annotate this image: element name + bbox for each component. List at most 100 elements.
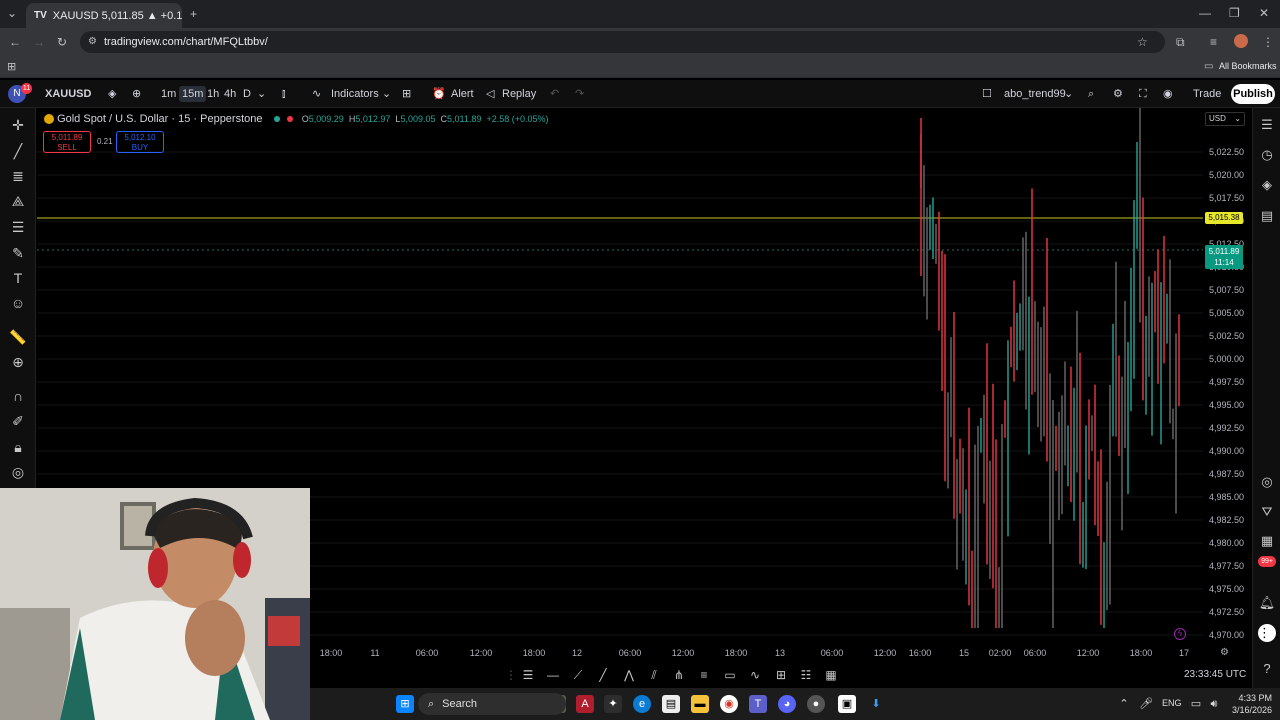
wave-icon[interactable]: ∿ xyxy=(747,667,763,683)
windows-start-icon[interactable]: ⊞ xyxy=(396,695,414,713)
bookmark-star-icon[interactable]: ☆ xyxy=(1137,35,1148,49)
notes-icon[interactable]: ▤ xyxy=(662,695,680,713)
interval-dropdown-icon[interactable]: ⌄ xyxy=(257,86,266,102)
watch-icon[interactable]: ◈ xyxy=(108,86,116,102)
axis-settings-icon[interactable]: ⚙ xyxy=(1220,647,1229,658)
chart-type-icon[interactable]: ⫾ xyxy=(282,86,286,102)
settings-gear-icon[interactable]: ⚙ xyxy=(1113,86,1123,102)
utc-clock[interactable]: 23:33:45 UTC xyxy=(1184,669,1246,680)
file-explorer-icon[interactable]: ▬ xyxy=(691,695,709,713)
discord-icon[interactable]: ◕ xyxy=(778,695,796,713)
calendar-icon[interactable]: ▦ xyxy=(1258,532,1276,550)
trade-button[interactable]: Trade xyxy=(1193,86,1221,102)
layout-icon[interactable]: ☐ xyxy=(982,86,992,102)
ideas-icon[interactable]: ⛛ xyxy=(1258,503,1276,521)
camera-icon[interactable]: ◉ xyxy=(1163,86,1173,102)
site-info-icon[interactable]: ⚙ xyxy=(88,35,97,49)
magnet-icon[interactable]: ∩ xyxy=(9,387,27,405)
back-icon[interactable]: ← xyxy=(9,35,21,49)
fib-time-icon[interactable]: ☷ xyxy=(798,667,814,683)
alert-icon[interactable]: ⏰ xyxy=(432,86,446,102)
taskbar-search[interactable]: ⌕ Search xyxy=(418,693,566,715)
all-bookmarks-link[interactable]: All Bookmarks xyxy=(1219,61,1277,71)
zoom-in-icon[interactable]: ⊕ xyxy=(9,353,27,371)
gann-box-icon[interactable]: ⊞ xyxy=(773,667,789,683)
rectangle-icon[interactable]: ▭ xyxy=(722,667,738,683)
fullscreen-icon[interactable]: ⛶ xyxy=(1139,86,1147,102)
quick-search-icon[interactable]: ⌕ xyxy=(1088,86,1094,102)
grid-icon[interactable]: ▦ xyxy=(823,667,839,683)
bell-icon[interactable]: 🔔︎ xyxy=(1258,594,1276,612)
obs-icon[interactable]: ● xyxy=(807,695,825,713)
fan-icon[interactable]: ⟋ xyxy=(570,667,586,683)
copilot-icon[interactable]: ✦ xyxy=(604,695,622,713)
tray-chevron-icon[interactable]: ⌃ xyxy=(1118,695,1130,713)
replay-icon[interactable]: ◁ xyxy=(486,86,494,102)
indicators-dropdown-icon[interactable]: ⌄ xyxy=(382,86,391,102)
menu-dots-icon[interactable]: ⋮ xyxy=(1262,35,1274,49)
pitchfork-icon[interactable]: ⋔ xyxy=(671,667,687,683)
browser-tab[interactable]: TV XAUUSD 5,011.85 ▲ +0.11% al ✕ xyxy=(26,3,182,28)
volume-icon[interactable]: 🔊︎ xyxy=(1208,695,1220,713)
hlines-icon[interactable]: ☰ xyxy=(520,667,536,683)
forecast-icon[interactable]: ☰ xyxy=(9,218,27,236)
sell-button[interactable]: 5,011.89 SELL xyxy=(43,131,91,153)
display-icon[interactable]: ▭ xyxy=(1190,695,1202,713)
reload-icon[interactable]: ↻ xyxy=(57,35,67,49)
symbol-search[interactable]: XAUUSD xyxy=(45,86,91,102)
layout-dropdown-icon[interactable]: ⌄ xyxy=(1064,86,1073,102)
indicators-icon[interactable]: ∿ xyxy=(312,86,321,102)
close-window-icon[interactable]: ✕ xyxy=(1259,6,1269,20)
layout-name[interactable]: abo_trend99 xyxy=(1004,86,1066,102)
extensions-icon[interactable]: ⧉ xyxy=(1176,35,1185,49)
lightning-icon[interactable]: ϟ xyxy=(1174,628,1186,640)
eye-icon[interactable]: ◎ xyxy=(9,463,27,481)
pattern-icon[interactable]: ⟁ xyxy=(9,192,27,210)
minimize-icon[interactable]: — xyxy=(1199,6,1211,20)
edge-icon[interactable]: e xyxy=(633,695,651,713)
interval-1m[interactable]: 1m xyxy=(161,86,176,102)
line-icon[interactable]: ╱ xyxy=(595,667,611,683)
help-icon[interactable]: ? xyxy=(1258,660,1276,678)
ruler-icon[interactable]: 📏 xyxy=(9,328,27,346)
buy-button[interactable]: 5,012.10 BUY xyxy=(116,131,164,153)
tradingview-app-icon[interactable]: ▣ xyxy=(838,695,856,713)
alerts-clock-icon[interactable]: ◷ xyxy=(1258,146,1276,164)
compare-add-icon[interactable]: ⊕ xyxy=(132,86,141,102)
publish-button[interactable]: Publish xyxy=(1231,84,1275,104)
trendline-icon[interactable]: ╱ xyxy=(9,142,27,160)
chat-icon[interactable]: ▤ xyxy=(1258,207,1276,225)
mic-icon[interactable]: 🎤︎ xyxy=(1139,695,1153,713)
new-tab-icon[interactable]: + xyxy=(190,7,197,21)
undo-icon[interactable]: ↶ xyxy=(550,86,559,102)
interval-4h[interactable]: 4h xyxy=(224,86,236,102)
reading-list-icon[interactable]: ≡ xyxy=(1210,35,1217,49)
lock-icon[interactable]: 🔒︎ xyxy=(9,438,27,456)
fib-icon[interactable]: ≣ xyxy=(9,167,27,185)
emoji-icon[interactable]: ☺ xyxy=(9,294,27,312)
brush-icon[interactable]: ✎ xyxy=(9,244,27,262)
download-icon[interactable]: ⬇ xyxy=(867,695,885,713)
hray-icon[interactable]: — xyxy=(545,667,561,683)
layers-icon[interactable]: ◈ xyxy=(1258,176,1276,194)
apps-grid-icon[interactable]: ⊞ xyxy=(7,60,16,74)
redo-icon[interactable]: ↷ xyxy=(575,86,584,102)
apps-icon[interactable]: ⋮⋮ xyxy=(1258,624,1280,642)
interval-1h[interactable]: 1h xyxy=(207,86,219,102)
target-icon[interactable]: ◎ xyxy=(1258,473,1276,491)
forward-icon[interactable]: → xyxy=(33,35,45,49)
channel-icon[interactable]: ⫽ xyxy=(646,667,662,683)
maximize-icon[interactable]: ❐ xyxy=(1229,6,1240,20)
drawing-mode-icon[interactable]: ✐ xyxy=(9,412,27,430)
profile-avatar[interactable] xyxy=(1234,34,1248,48)
currency-select[interactable]: USD ⌄ xyxy=(1205,112,1245,126)
crosshair-icon[interactable]: ✛ xyxy=(9,116,27,134)
app-a-icon[interactable]: A xyxy=(576,695,594,713)
templates-icon[interactable]: ⊞ xyxy=(402,86,411,102)
drag-handle-icon[interactable]: ⋮ xyxy=(503,667,519,683)
text-icon[interactable]: T xyxy=(9,269,27,287)
replay-button[interactable]: Replay xyxy=(502,86,536,102)
language-indicator[interactable]: ENG xyxy=(1162,698,1182,708)
price-axis[interactable]: USD ⌄ 5,022.505,020.005,017.505,015.005,… xyxy=(1203,108,1252,663)
path-icon[interactable]: ⋀ xyxy=(621,667,637,683)
